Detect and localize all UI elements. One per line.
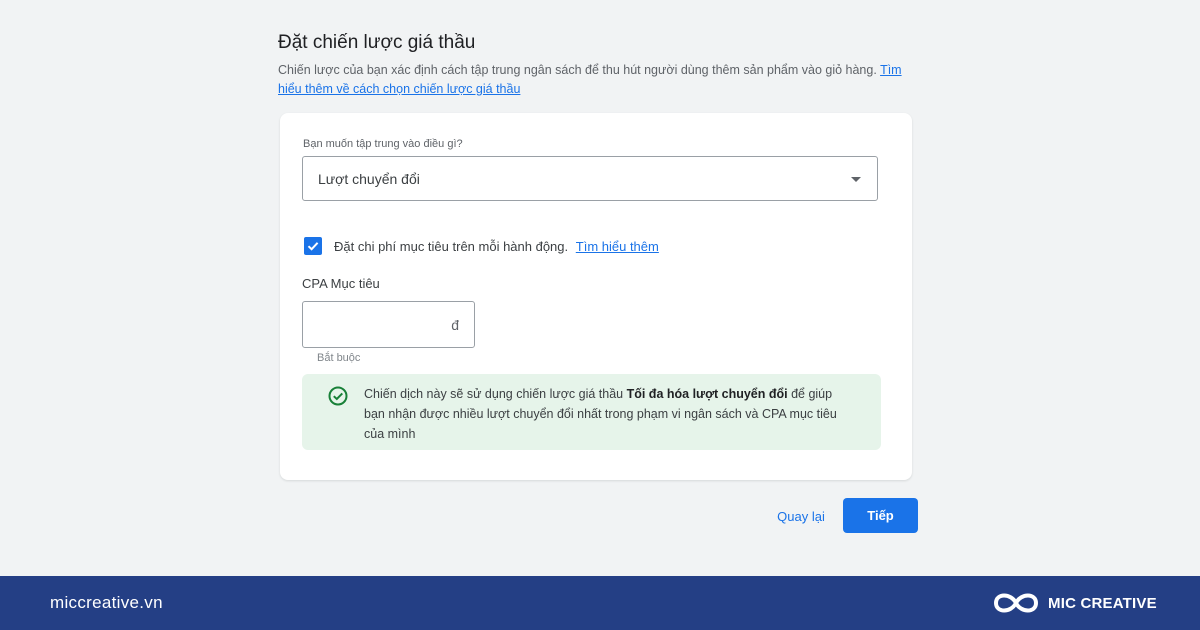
- page-title: Đặt chiến lược giá thầu: [278, 32, 476, 53]
- focus-select-value: Lượt chuyển đổi: [318, 171, 420, 187]
- info-text: Chiến dịch này sẽ sử dụng chiến lược giá…: [364, 384, 854, 444]
- check-circle-icon: [328, 386, 348, 406]
- page-header: Đặt chiến lược giá thầu Chiến lược của b…: [278, 31, 918, 99]
- site-url: miccreative.vn: [50, 593, 163, 612]
- target-cost-label: Đặt chi phí mục tiêu trên mỗi hành động.…: [334, 239, 659, 254]
- infinity-logo-icon: [993, 593, 1039, 613]
- cpa-input[interactable]: đ: [302, 301, 475, 348]
- next-button[interactable]: Tiếp: [843, 498, 918, 533]
- strategy-name: Tối đa hóa lượt chuyển đổi: [626, 387, 788, 401]
- bidding-card: Bạn muốn tập trung vào điều gì? Lượt chu…: [280, 113, 912, 480]
- chevron-down-icon: [851, 177, 861, 182]
- footer-banner: miccreative.vn MIC CREATIVE: [0, 576, 1200, 630]
- target-cost-row: Đặt chi phí mục tiêu trên mỗi hành động.…: [304, 236, 659, 256]
- focus-select[interactable]: Lượt chuyển đổi: [302, 156, 878, 201]
- learn-more-link[interactable]: Tìm hiểu thêm: [576, 239, 659, 254]
- focus-label: Bạn muốn tập trung vào điều gì?: [303, 138, 463, 150]
- page-description: Chiến lược của bạn xác định cách tập tru…: [278, 61, 918, 99]
- info-text-before: Chiến dịch này sẽ sử dụng chiến lược giá…: [364, 387, 627, 401]
- currency-symbol: đ: [451, 317, 459, 333]
- target-cost-text: Đặt chi phí mục tiêu trên mỗi hành động.: [334, 238, 569, 254]
- required-hint: Bắt buộc: [317, 352, 361, 364]
- back-button[interactable]: Quay lại: [765, 500, 837, 532]
- info-banner: Chiến dịch này sẽ sử dụng chiến lược giá…: [302, 374, 881, 450]
- brand-logo: MIC CREATIVE: [992, 589, 1157, 617]
- description-text: Chiến lược của bạn xác định cách tập tru…: [278, 63, 877, 77]
- screenshot-area: Đặt chiến lược giá thầu Chiến lược của b…: [0, 0, 1200, 576]
- brand-name: MIC CREATIVE: [1048, 594, 1157, 612]
- checkmark-icon: [307, 242, 319, 251]
- cpa-label: CPA Mục tiêu: [302, 276, 380, 291]
- target-cost-checkbox[interactable]: [304, 237, 322, 255]
